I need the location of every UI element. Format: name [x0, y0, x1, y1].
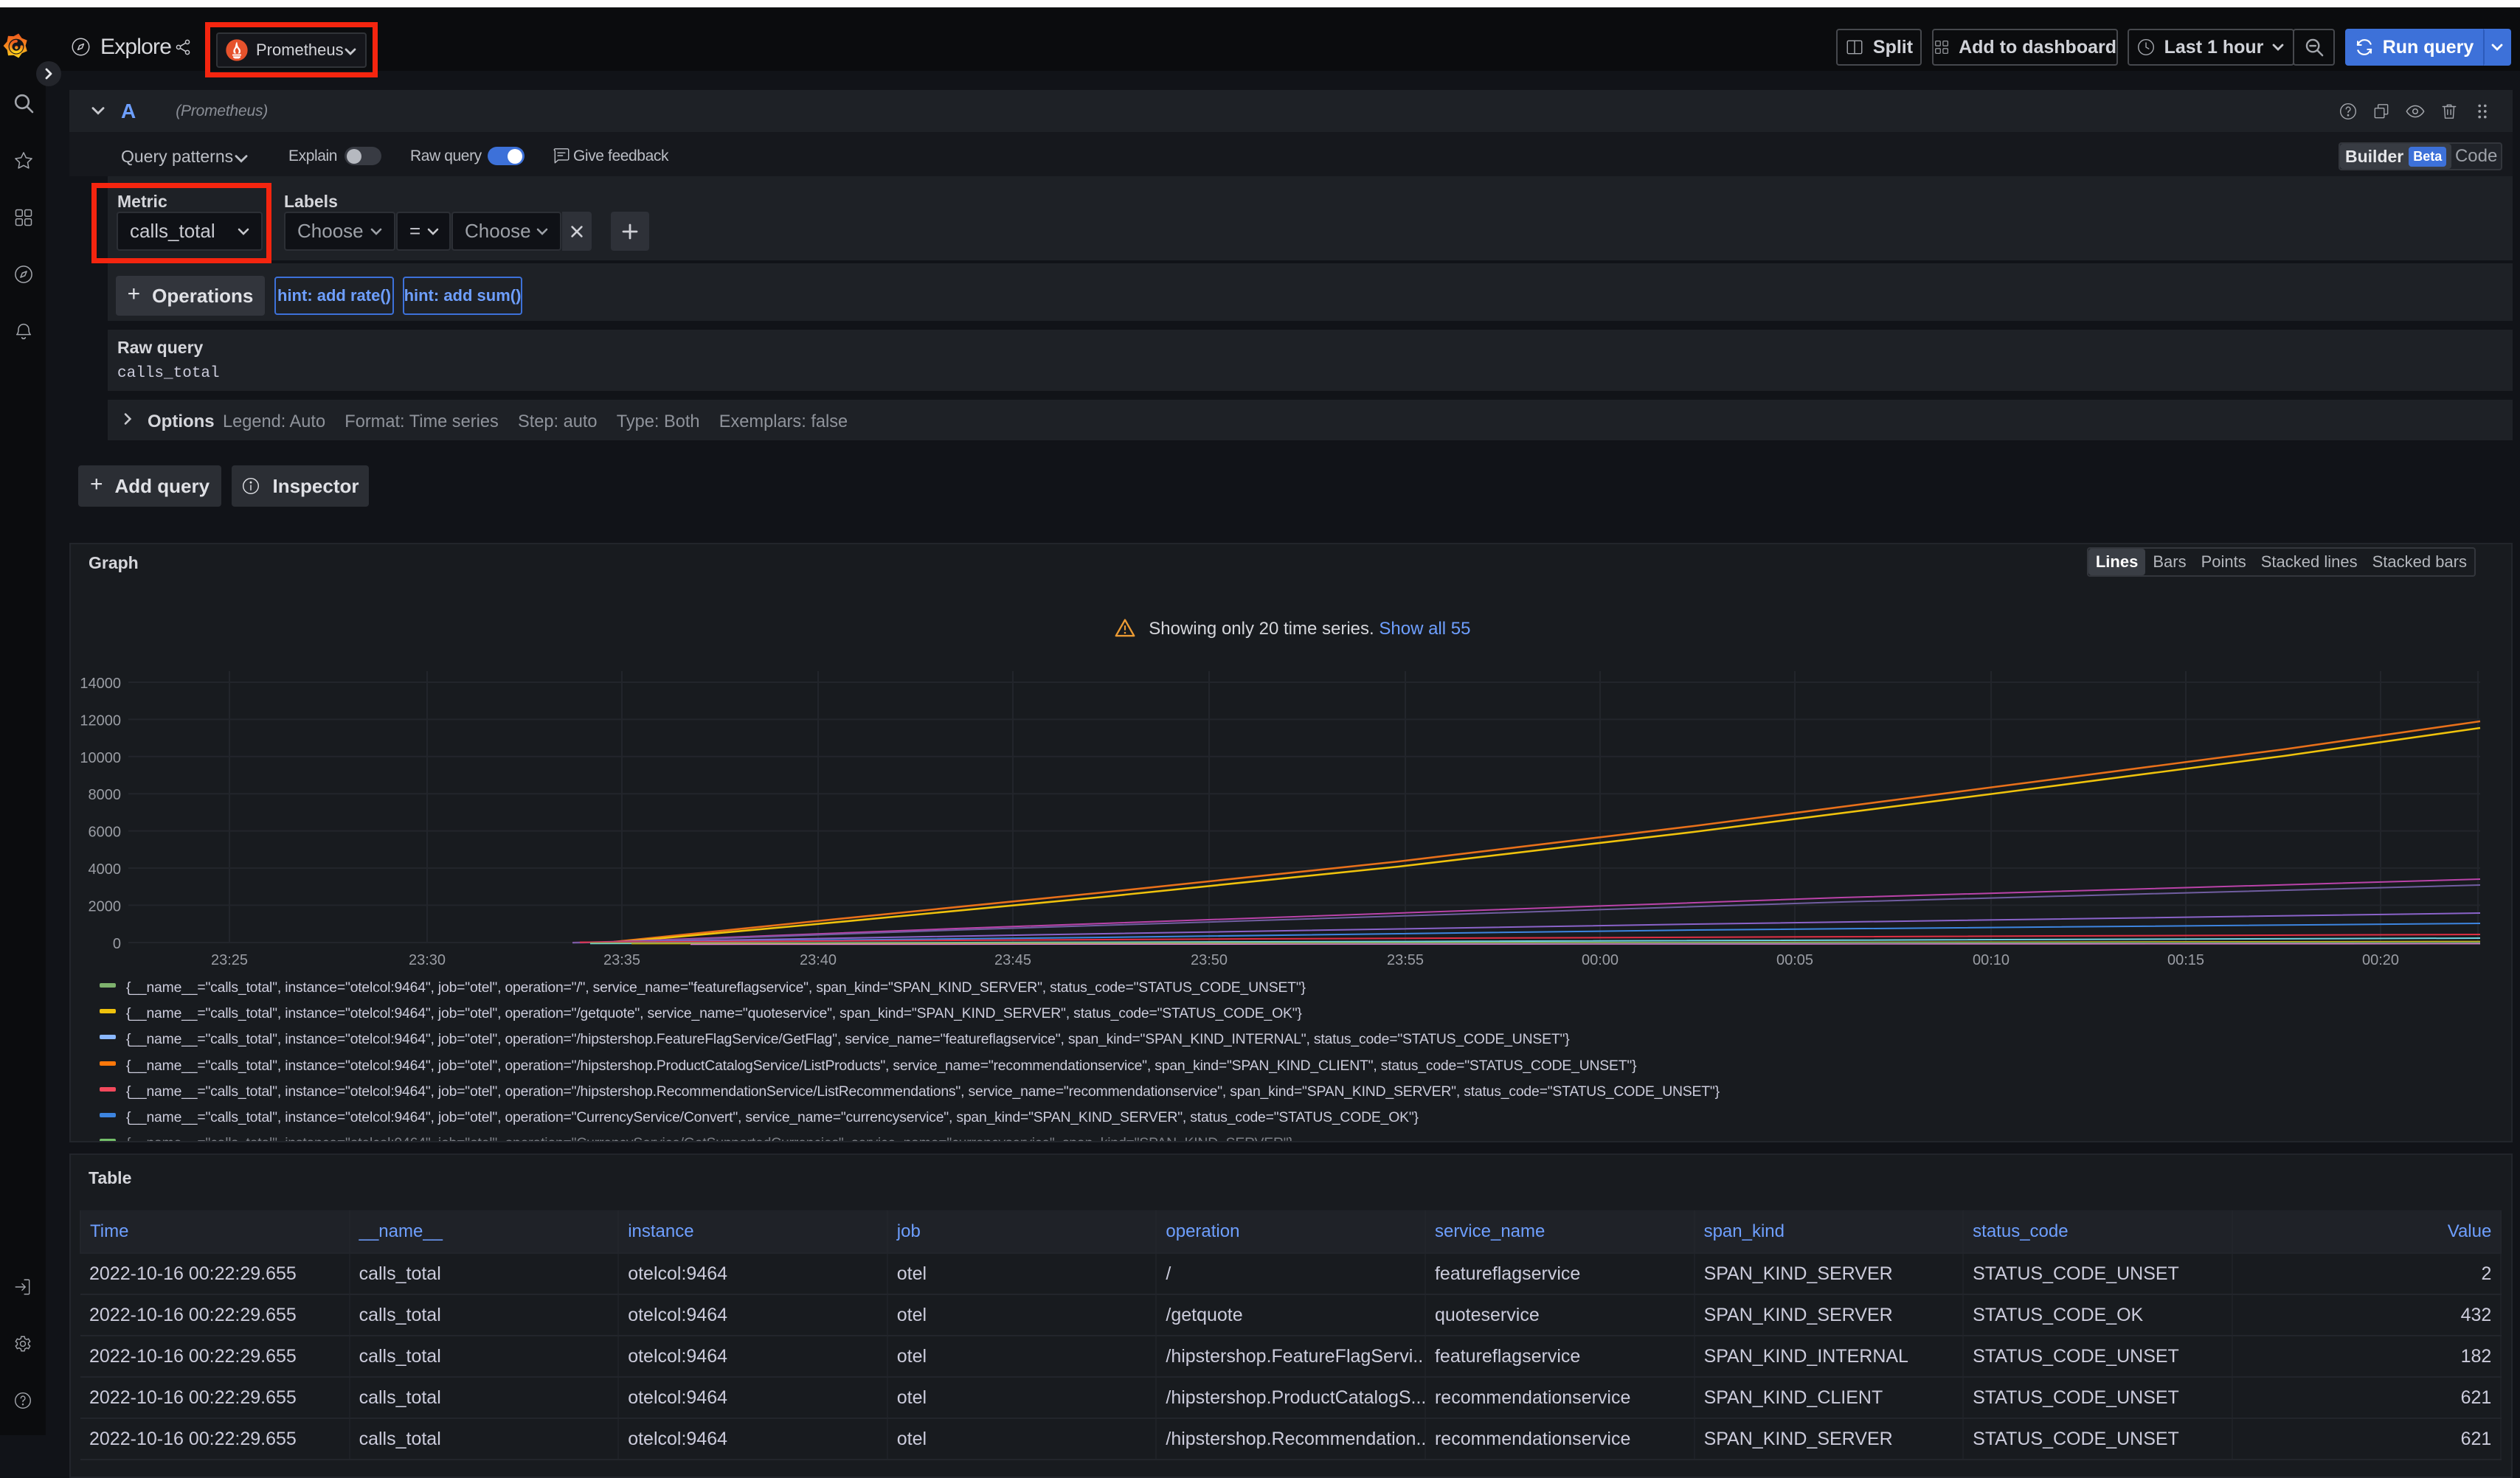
svg-text:00:10: 00:10 [1973, 952, 2010, 968]
svg-text:4000: 4000 [89, 861, 122, 878]
svg-text:2000: 2000 [89, 898, 122, 915]
svg-text:23:55: 23:55 [1387, 952, 1424, 968]
svg-text:10000: 10000 [80, 750, 121, 766]
svg-text:6000: 6000 [89, 825, 122, 841]
svg-text:0: 0 [113, 936, 121, 952]
svg-text:00:05: 00:05 [1776, 952, 1813, 968]
svg-text:23:45: 23:45 [994, 952, 1031, 968]
svg-text:00:20: 00:20 [2362, 952, 2399, 968]
svg-text:12000: 12000 [80, 712, 121, 729]
svg-text:23:50: 23:50 [1191, 952, 1228, 968]
svg-text:23:25: 23:25 [211, 952, 248, 968]
svg-text:14000: 14000 [80, 676, 121, 692]
svg-text:23:35: 23:35 [603, 952, 640, 968]
svg-text:8000: 8000 [89, 787, 122, 803]
svg-text:23:30: 23:30 [409, 952, 446, 968]
svg-text:00:00: 00:00 [1582, 952, 1619, 968]
svg-text:23:40: 23:40 [800, 952, 837, 968]
svg-text:00:15: 00:15 [2167, 952, 2204, 968]
